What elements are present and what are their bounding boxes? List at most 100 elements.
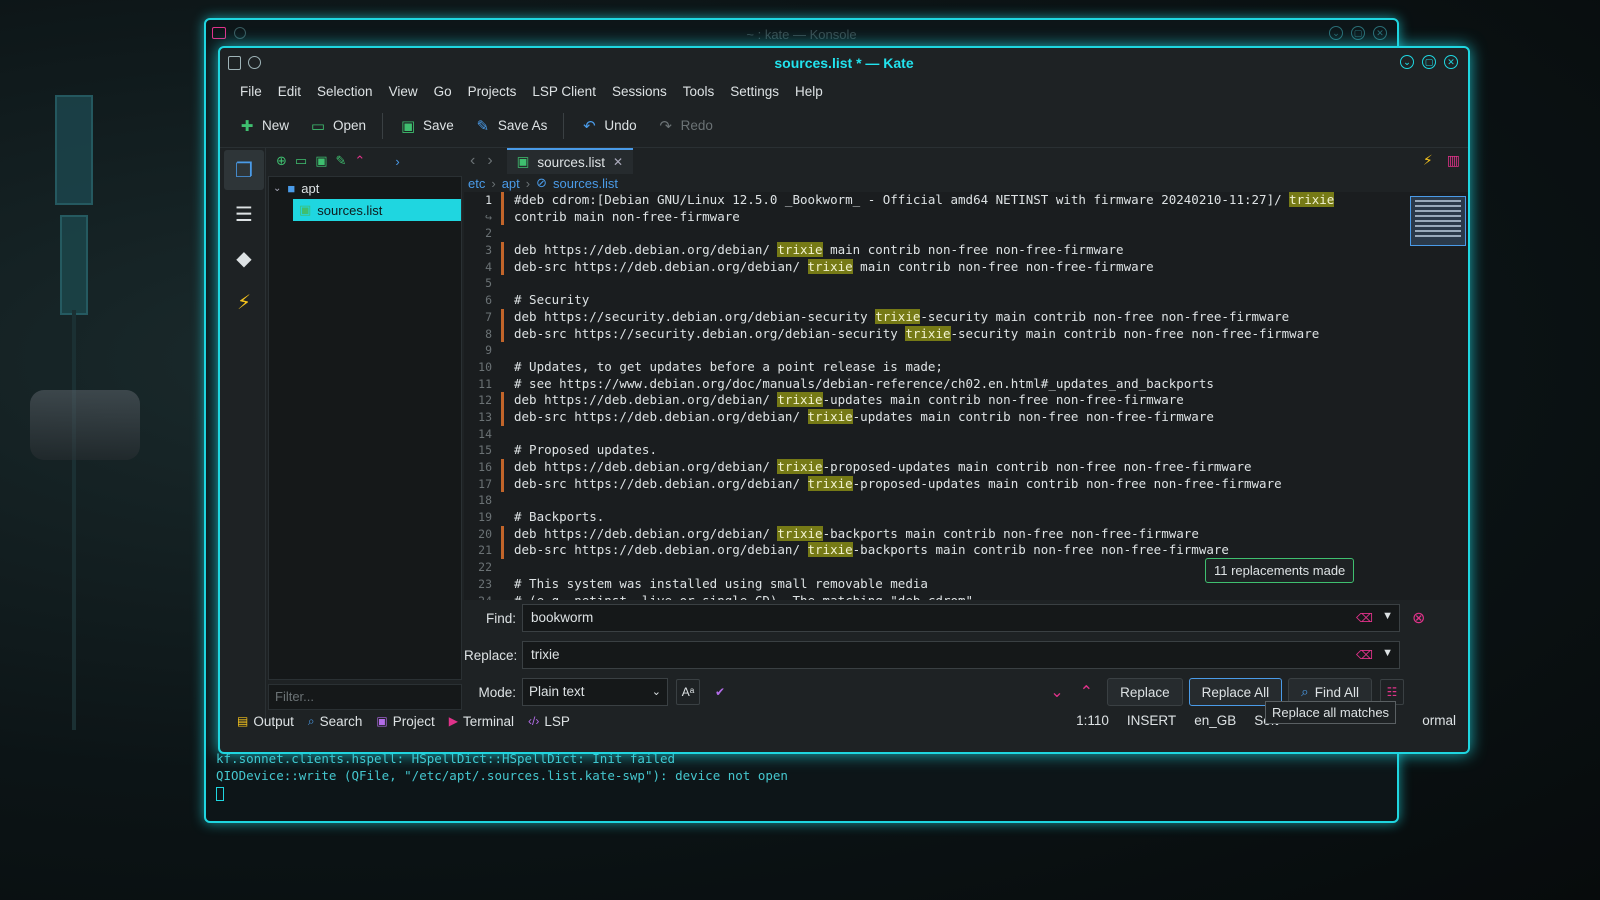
code-line[interactable]: deb-src https://deb.debian.org/debian/ t… bbox=[514, 542, 1398, 559]
close-icon[interactable]: ✕ bbox=[1373, 26, 1387, 40]
tab-search[interactable]: ⌕ Search bbox=[301, 714, 370, 729]
code-area[interactable]: #deb cdrom:[Debian GNU/Linux 12.5.0 _Boo… bbox=[514, 192, 1398, 600]
code-line[interactable]: deb https://deb.debian.org/debian/ trixi… bbox=[514, 392, 1398, 409]
chevron-right-icon[interactable]: › bbox=[395, 154, 399, 169]
menu-lsp-client[interactable]: LSP Client bbox=[524, 80, 604, 103]
menu-go[interactable]: Go bbox=[426, 80, 460, 103]
find-next-icon[interactable]: ⌄ bbox=[1042, 682, 1071, 702]
save-as-button[interactable]: ✎ Save As bbox=[466, 113, 556, 139]
breadcrumb-apt[interactable]: apt bbox=[502, 176, 520, 191]
tab-terminal[interactable]: ▶ Terminal bbox=[442, 714, 521, 729]
close-tab-icon[interactable]: ✕ bbox=[613, 155, 623, 169]
menu-file[interactable]: File bbox=[232, 80, 270, 103]
menu-help[interactable]: Help bbox=[787, 80, 831, 103]
symbols-panel-icon[interactable]: ☰ bbox=[224, 194, 264, 234]
new-file-icon[interactable]: ⊕ bbox=[276, 153, 287, 169]
forward-arrow-icon[interactable]: › bbox=[481, 152, 498, 170]
code-editor[interactable]: 1↪23456789101112131415161718192021222324… bbox=[464, 192, 1468, 600]
breadcrumb-etc[interactable]: etc bbox=[468, 176, 485, 191]
code-line[interactable]: # Updates, to get updates before a point… bbox=[514, 359, 1398, 376]
code-line[interactable]: # (e.g. netinst, live or single CD). The… bbox=[514, 593, 1398, 601]
code-line[interactable]: deb https://deb.debian.org/debian/ trixi… bbox=[514, 525, 1398, 543]
tree-filter-input[interactable]: Filter... bbox=[268, 684, 462, 710]
menu-sessions[interactable]: Sessions bbox=[604, 80, 675, 103]
clear-icon[interactable]: ⌫ bbox=[1356, 648, 1373, 662]
code-line[interactable] bbox=[514, 342, 1398, 359]
tab-sources-list[interactable]: ▣ sources.list ✕ bbox=[506, 148, 634, 174]
split-view-icon[interactable]: ▥ bbox=[1447, 152, 1460, 169]
tab-project[interactable]: ▣ Project bbox=[369, 714, 441, 729]
cursor-position[interactable]: 1:110 bbox=[1076, 713, 1109, 728]
code-line[interactable]: deb https://security.debian.org/debian-s… bbox=[514, 308, 1398, 326]
close-icon[interactable]: ✕ bbox=[1444, 55, 1458, 69]
input-mode[interactable]: INSERT bbox=[1127, 713, 1176, 728]
undo-button[interactable]: ↶ Undo bbox=[572, 113, 644, 139]
minimize-icon[interactable]: ⌄ bbox=[1329, 26, 1343, 40]
code-line[interactable]: # Security bbox=[514, 292, 1398, 309]
menu-tools[interactable]: Tools bbox=[675, 80, 723, 103]
code-line[interactable]: deb-src https://deb.debian.org/debian/ t… bbox=[514, 408, 1398, 426]
code-line[interactable]: deb https://deb.debian.org/debian/ trixi… bbox=[514, 459, 1398, 476]
selection-only-icon[interactable]: ✔ bbox=[708, 679, 732, 705]
code-line[interactable]: #deb cdrom:[Debian GNU/Linux 12.5.0 _Boo… bbox=[514, 192, 1398, 209]
file-tree[interactable]: ⌄ ■ apt ▣ sources.list bbox=[268, 176, 462, 680]
kate-titlebar[interactable]: sources.list * — Kate ⌄ ▢ ✕ bbox=[220, 48, 1468, 78]
back-arrow-icon[interactable]: ‹ bbox=[464, 152, 481, 170]
save-icon[interactable]: ▣ bbox=[315, 153, 327, 169]
documents-panel-icon[interactable]: ❐ bbox=[224, 150, 264, 190]
menu-edit[interactable]: Edit bbox=[270, 80, 309, 103]
code-line[interactable] bbox=[514, 426, 1398, 443]
clear-icon[interactable]: ⌫ bbox=[1356, 611, 1373, 625]
code-line[interactable]: contrib main non-free-firmware bbox=[514, 209, 1398, 226]
syntax-mode[interactable]: ormal bbox=[1422, 713, 1456, 728]
terminal-output[interactable]: kf.sonnet.clients.hspell: HSpellDict::HS… bbox=[216, 750, 788, 801]
breadcrumb-file[interactable]: sources.list bbox=[553, 176, 618, 191]
code-line[interactable] bbox=[514, 492, 1398, 509]
replace-button[interactable]: Replace bbox=[1107, 678, 1183, 706]
open-button[interactable]: ▭ Open bbox=[301, 113, 374, 139]
replace-input[interactable]: trixie ⌫ ▼ bbox=[522, 641, 1400, 669]
maximize-icon[interactable]: ▢ bbox=[1422, 55, 1436, 69]
code-line[interactable] bbox=[514, 225, 1398, 242]
menu-view[interactable]: View bbox=[381, 80, 426, 103]
spellcheck-language[interactable]: en_GB bbox=[1194, 713, 1236, 728]
tree-file-sources-list[interactable]: ▣ sources.list bbox=[293, 199, 461, 221]
lightning-icon[interactable]: ⚡ bbox=[1423, 152, 1433, 169]
minimap[interactable] bbox=[1410, 196, 1466, 246]
menu-projects[interactable]: Projects bbox=[460, 80, 525, 103]
code-line[interactable]: deb-src https://security.debian.org/debi… bbox=[514, 325, 1398, 343]
pin-icon[interactable] bbox=[234, 27, 246, 39]
save-as-icon[interactable]: ✎ bbox=[336, 153, 347, 169]
sort-up-icon[interactable]: ⌃ bbox=[354, 153, 365, 169]
mode-select[interactable]: Plain text ⌄ bbox=[522, 678, 668, 706]
save-button[interactable]: ▣ Save bbox=[391, 113, 462, 139]
maximize-icon[interactable]: ▢ bbox=[1351, 26, 1365, 40]
chevron-down-icon[interactable]: ⌄ bbox=[269, 183, 281, 194]
code-line[interactable]: # see https://www.debian.org/doc/manuals… bbox=[514, 376, 1398, 393]
new-button[interactable]: ✚ New bbox=[230, 113, 297, 139]
menu-selection[interactable]: Selection bbox=[309, 80, 381, 103]
menu-settings[interactable]: Settings bbox=[722, 80, 787, 103]
git-panel-icon[interactable]: ◆ bbox=[224, 238, 264, 278]
pin-icon[interactable] bbox=[248, 56, 261, 69]
redo-button[interactable]: ↷ Redo bbox=[649, 113, 721, 139]
konsole-titlebar[interactable]: ~ : kate — Konsole ⌄ ▢ ✕ bbox=[206, 20, 1397, 48]
code-line[interactable]: deb-src https://deb.debian.org/debian/ t… bbox=[514, 258, 1398, 276]
code-line[interactable]: deb-src https://deb.debian.org/debian/ t… bbox=[514, 475, 1398, 493]
match-case-button[interactable]: Aᵃ bbox=[676, 679, 700, 705]
code-line[interactable]: deb https://deb.debian.org/debian/ trixi… bbox=[514, 242, 1398, 259]
tab-output[interactable]: ▤ Output bbox=[230, 714, 301, 729]
lightning-icon[interactable]: ⚡ bbox=[224, 282, 264, 322]
close-search-icon[interactable]: ⊗ bbox=[1412, 608, 1425, 628]
code-line[interactable] bbox=[514, 275, 1398, 292]
find-previous-icon[interactable]: ⌃ bbox=[1072, 682, 1101, 702]
open-folder-icon[interactable]: ▭ bbox=[295, 153, 307, 169]
find-input[interactable]: bookworm ⌫ ▼ bbox=[522, 604, 1400, 632]
code-line[interactable]: # Backports. bbox=[514, 509, 1398, 526]
chevron-down-icon[interactable]: ▼ bbox=[1382, 610, 1393, 622]
tab-lsp[interactable]: ‹/› LSP bbox=[521, 714, 577, 729]
code-line[interactable]: # Proposed updates. bbox=[514, 442, 1398, 459]
minimize-icon[interactable]: ⌄ bbox=[1400, 55, 1414, 69]
tree-folder-apt[interactable]: ⌄ ■ apt bbox=[269, 177, 461, 199]
chevron-down-icon[interactable]: ▼ bbox=[1382, 647, 1393, 659]
